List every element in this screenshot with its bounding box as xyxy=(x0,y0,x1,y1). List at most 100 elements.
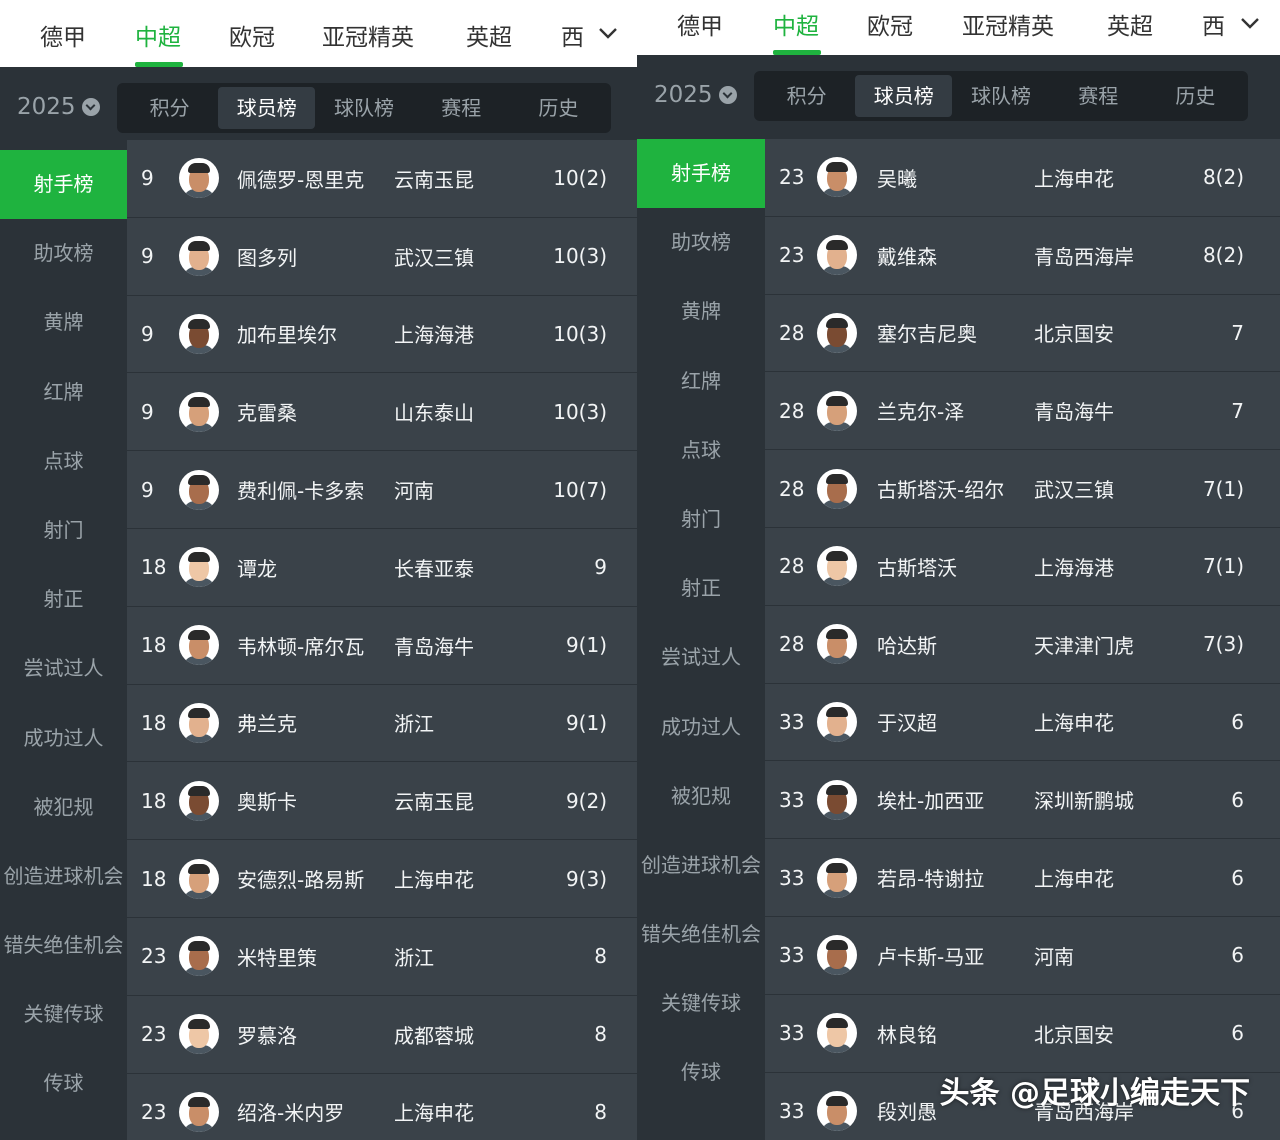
player-avatar xyxy=(179,158,219,199)
player-goals: 10(3) xyxy=(553,244,607,269)
stat-successful-dribbles[interactable]: 成功过人 xyxy=(0,704,127,773)
player-row[interactable]: 9 克雷桑 山东泰山 10(3) xyxy=(127,373,637,452)
stat-fouled[interactable]: 被犯规 xyxy=(637,762,765,831)
player-row[interactable]: 23 米特里策 浙江 8 xyxy=(127,918,637,996)
league-tab-csl[interactable]: 中超 xyxy=(773,7,819,41)
player-row[interactable]: 18 奥斯卡 云南玉昆 9(2) xyxy=(127,762,637,841)
chevron-down-icon[interactable] xyxy=(1239,12,1261,34)
player-row[interactable]: 33 林良铭 北京国安 6 xyxy=(765,995,1280,1073)
player-row[interactable]: 28 古斯塔沃-绍尔 武汉三镇 7(1) xyxy=(765,450,1280,528)
tab-standings[interactable]: 积分 xyxy=(121,87,218,129)
stat-dribble-attempts[interactable]: 尝试过人 xyxy=(0,634,127,703)
league-tab-laliga[interactable]: 西 xyxy=(1202,7,1225,41)
chevron-down-circle-icon xyxy=(81,98,100,116)
chevron-down-icon[interactable] xyxy=(597,22,619,44)
player-row[interactable]: 9 佩德罗-恩里克 云南玉昆 10(2) xyxy=(127,140,637,218)
player-row[interactable]: 9 图多列 武汉三镇 10(3) xyxy=(127,218,637,296)
player-row[interactable]: 28 兰克尔-泽 青岛海牛 7 xyxy=(765,372,1280,451)
player-row[interactable]: 18 谭龙 长春亚泰 9 xyxy=(127,529,637,607)
stat-chances-created[interactable]: 创造进球机会 xyxy=(637,831,765,900)
league-tab-bundesliga[interactable]: 德甲 xyxy=(40,18,86,52)
player-row[interactable]: 33 埃杜-加西亚 深圳新鹏城 6 xyxy=(765,761,1280,840)
tab-schedule[interactable]: 赛程 xyxy=(413,87,510,129)
stat-big-chances-missed[interactable]: 错失绝佳机会 xyxy=(0,911,127,980)
league-tab-epl[interactable]: 英超 xyxy=(466,18,512,52)
board-bar: 2025 积分 球员榜 球队榜 赛程 历史 xyxy=(637,71,1280,121)
player-name: 弗兰克 xyxy=(237,712,297,737)
player-row[interactable]: 28 哈达斯 天津津门虎 7(3) xyxy=(765,606,1280,684)
league-tab-csl[interactable]: 中超 xyxy=(135,18,181,52)
avatar-hair xyxy=(188,318,210,329)
player-row[interactable]: 33 卢卡斯-马亚 河南 6 xyxy=(765,917,1280,995)
stat-penalties[interactable]: 点球 xyxy=(637,416,765,485)
player-row[interactable]: 23 戴维森 青岛西海岸 8(2) xyxy=(765,217,1280,295)
stat-yellow-cards[interactable]: 黄牌 xyxy=(637,277,765,346)
player-ranking-list: 23 吴曦 上海申花 8(2) 23 戴维森 青岛西海岸 8(2) 28 塞尔吉尼奥 北京国安 7 28… xyxy=(765,139,1280,1140)
league-tab-acl-elite[interactable]: 亚冠精英 xyxy=(962,7,1054,41)
stat-fouled[interactable]: 被犯规 xyxy=(0,773,127,842)
tab-team-board[interactable]: 球队榜 xyxy=(952,75,1049,117)
player-row[interactable]: 18 弗兰克 浙江 9(1) xyxy=(127,685,637,763)
player-row[interactable]: 18 安德烈-路易斯 上海申花 9(3) xyxy=(127,840,637,918)
player-row[interactable]: 28 塞尔吉尼奥 北京国安 7 xyxy=(765,295,1280,373)
player-row[interactable]: 18 韦林顿-席尔瓦 青岛海牛 9(1) xyxy=(127,607,637,685)
player-row[interactable]: 28 古斯塔沃 上海海港 7(1) xyxy=(765,528,1280,606)
player-row[interactable]: 33 于汉超 上海申花 6 xyxy=(765,684,1280,762)
tab-history[interactable]: 历史 xyxy=(510,87,607,129)
stat-goals[interactable]: 射手榜 xyxy=(637,139,765,209)
stat-shots-on-target[interactable]: 射正 xyxy=(0,565,127,634)
avatar-hair xyxy=(188,241,210,252)
tab-player-board[interactable]: 球员榜 xyxy=(855,75,953,117)
stat-shots[interactable]: 射门 xyxy=(637,485,765,554)
tab-team-board[interactable]: 球队榜 xyxy=(315,87,412,129)
player-row[interactable]: 9 加布里埃尔 上海海港 10(3) xyxy=(127,296,637,374)
player-row[interactable]: 23 吴曦 上海申花 8(2) xyxy=(765,139,1280,217)
stat-yellow-cards[interactable]: 黄牌 xyxy=(0,288,127,357)
stat-goals[interactable]: 射手榜 xyxy=(0,150,127,220)
player-name: 塞尔吉尼奥 xyxy=(877,322,977,347)
player-row[interactable]: 9 费利佩-卡多索 河南 10(7) xyxy=(127,451,637,529)
stat-passes[interactable]: 传球 xyxy=(637,1038,765,1107)
league-tab-laliga[interactable]: 西 xyxy=(561,18,584,52)
stat-shots-on-target[interactable]: 射正 xyxy=(637,554,765,623)
stat-red-cards[interactable]: 红牌 xyxy=(0,358,127,427)
tab-schedule[interactable]: 赛程 xyxy=(1050,75,1147,117)
league-tab-ucl[interactable]: 欧冠 xyxy=(229,18,275,52)
player-goals: 9(2) xyxy=(565,788,607,813)
stat-red-cards[interactable]: 红牌 xyxy=(637,347,765,416)
stat-big-chances-missed[interactable]: 错失绝佳机会 xyxy=(637,900,765,969)
player-name: 哈达斯 xyxy=(877,633,937,658)
tab-standings[interactable]: 积分 xyxy=(758,75,855,117)
player-avatar xyxy=(179,236,219,277)
stat-assists[interactable]: 助攻榜 xyxy=(0,219,127,288)
stat-category-sidebar: 射手榜 助攻榜 黄牌 红牌 点球 射门 射正 尝试过人 成功过人 被犯规 创造进… xyxy=(637,139,765,1140)
stat-shots[interactable]: 射门 xyxy=(0,496,127,565)
stat-passes[interactable]: 传球 xyxy=(0,1049,127,1118)
player-rank: 33 xyxy=(779,709,805,734)
player-avatar xyxy=(179,936,219,977)
avatar-hair xyxy=(188,163,210,174)
season-selector[interactable]: 2025 xyxy=(654,82,737,108)
league-tab-ucl[interactable]: 欧冠 xyxy=(867,7,913,41)
league-tab-epl[interactable]: 英超 xyxy=(1107,7,1153,41)
player-goals: 6 xyxy=(1231,943,1244,968)
stat-successful-dribbles[interactable]: 成功过人 xyxy=(637,693,765,762)
league-tab-acl-elite[interactable]: 亚冠精英 xyxy=(322,18,414,52)
player-row[interactable]: 23 绍洛-米内罗 上海申花 8 xyxy=(127,1074,637,1140)
player-avatar xyxy=(817,701,857,742)
season-selector[interactable]: 2025 xyxy=(17,94,100,120)
stat-penalties[interactable]: 点球 xyxy=(0,427,127,496)
tab-player-board[interactable]: 球员榜 xyxy=(218,87,316,129)
stat-key-passes[interactable]: 关键传球 xyxy=(0,980,127,1049)
player-row[interactable]: 23 罗慕洛 成都蓉城 8 xyxy=(127,996,637,1074)
stat-chances-created[interactable]: 创造进球机会 xyxy=(0,842,127,911)
stat-assists[interactable]: 助攻榜 xyxy=(637,208,765,277)
stat-dribble-attempts[interactable]: 尝试过人 xyxy=(637,623,765,692)
tab-history[interactable]: 历史 xyxy=(1147,75,1244,117)
player-team: 上海申花 xyxy=(1034,867,1114,892)
player-avatar xyxy=(817,779,857,820)
player-row[interactable]: 33 若昂-特谢拉 上海申花 6 xyxy=(765,839,1280,917)
player-avatar xyxy=(179,1091,219,1132)
league-tab-bundesliga[interactable]: 德甲 xyxy=(677,7,723,41)
stat-key-passes[interactable]: 关键传球 xyxy=(637,969,765,1038)
